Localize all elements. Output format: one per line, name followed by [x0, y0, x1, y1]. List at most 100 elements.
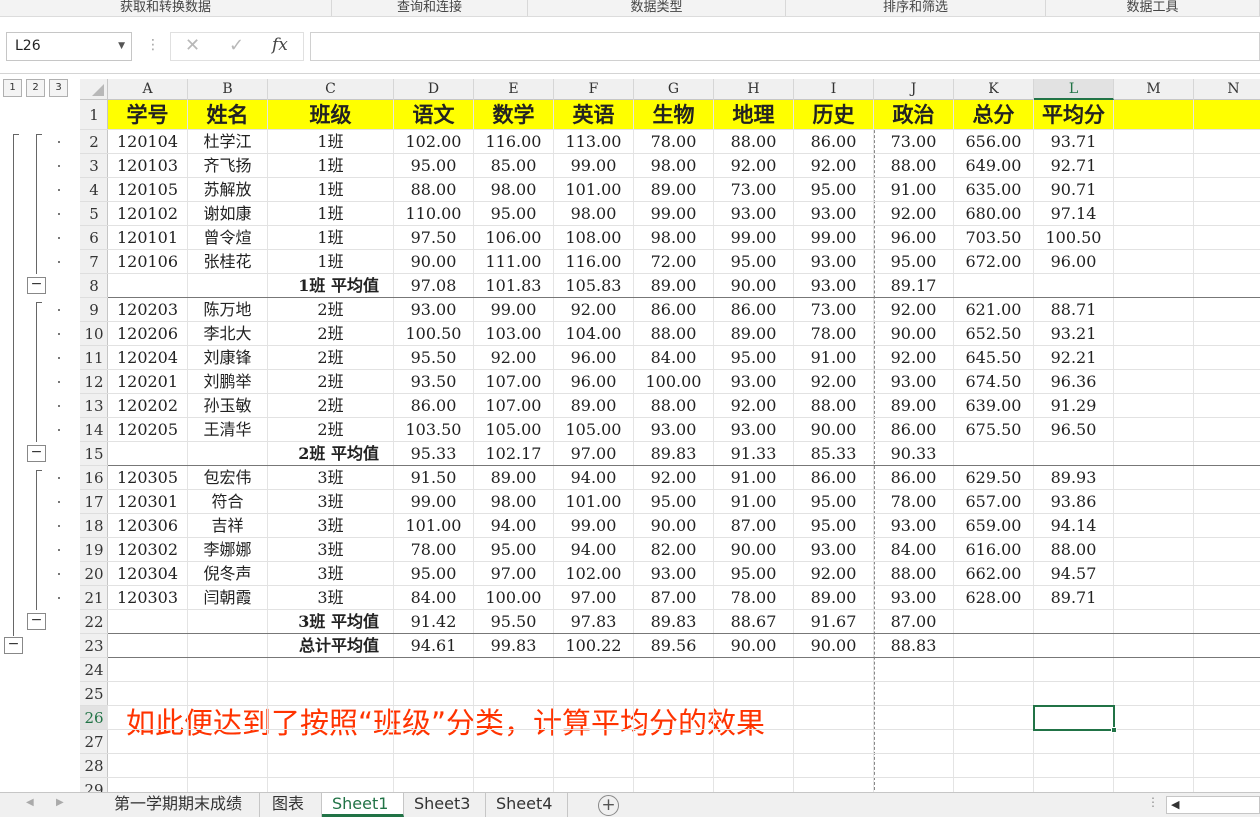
cell[interactable] — [1194, 586, 1260, 609]
cell[interactable]: 3班 — [268, 562, 394, 585]
row-header-23[interactable]: 23 — [80, 634, 108, 658]
cell[interactable]: 98.00 — [634, 226, 714, 249]
cell[interactable]: 王清华 — [188, 418, 268, 441]
cell[interactable]: 675.50 — [954, 418, 1034, 441]
cell[interactable] — [1114, 298, 1194, 321]
cell[interactable] — [714, 682, 794, 705]
cell[interactable]: 91.00 — [874, 178, 954, 201]
cell[interactable]: 95.00 — [474, 202, 554, 225]
cell[interactable]: 120201 — [108, 370, 188, 393]
cell[interactable]: 平均分 — [1034, 100, 1114, 129]
cell[interactable] — [268, 730, 394, 753]
cell[interactable] — [1194, 490, 1260, 513]
cell[interactable]: 111.00 — [474, 250, 554, 273]
cell[interactable]: 101.00 — [554, 178, 634, 201]
cell[interactable]: 86.00 — [874, 466, 954, 489]
cell[interactable]: 88.67 — [714, 610, 794, 633]
cell[interactable] — [1034, 754, 1114, 777]
column-header-j[interactable]: J — [874, 79, 954, 100]
cell[interactable]: 120106 — [108, 250, 188, 273]
cell[interactable]: 2班 — [268, 394, 394, 417]
cell[interactable] — [1034, 442, 1114, 465]
cell[interactable] — [1034, 634, 1114, 657]
cell[interactable]: 96.00 — [1034, 250, 1114, 273]
cell[interactable]: 92.00 — [634, 466, 714, 489]
row-header-9[interactable]: 9 — [80, 298, 108, 322]
column-header-e[interactable]: E — [474, 79, 554, 100]
cell[interactable]: 91.67 — [794, 610, 874, 633]
cell[interactable] — [554, 754, 634, 777]
row-header-20[interactable]: 20 — [80, 562, 108, 586]
cell[interactable]: 1班 — [268, 130, 394, 153]
cell[interactable]: 99.00 — [394, 490, 474, 513]
cell[interactable]: 100.00 — [634, 370, 714, 393]
cell[interactable]: 98.00 — [554, 202, 634, 225]
cell[interactable] — [794, 754, 874, 777]
cell[interactable]: 100.22 — [554, 634, 634, 657]
cell[interactable] — [1114, 730, 1194, 753]
cell[interactable]: 总分 — [954, 100, 1034, 129]
cell[interactable] — [874, 730, 954, 753]
row-header-24[interactable]: 24 — [80, 658, 108, 682]
cell[interactable]: 93.00 — [794, 274, 874, 297]
cell[interactable]: 99.00 — [714, 226, 794, 249]
cell[interactable]: 84.00 — [874, 538, 954, 561]
cell[interactable] — [954, 610, 1034, 633]
cell[interactable] — [474, 730, 554, 753]
cell[interactable]: 72.00 — [634, 250, 714, 273]
cell[interactable]: 102.17 — [474, 442, 554, 465]
cell[interactable] — [108, 658, 188, 681]
cell[interactable] — [1114, 274, 1194, 297]
cell[interactable]: 649.00 — [954, 154, 1034, 177]
cell[interactable]: 116.00 — [554, 250, 634, 273]
cell[interactable]: 99.83 — [474, 634, 554, 657]
cell[interactable]: 105.00 — [474, 418, 554, 441]
cell[interactable] — [794, 682, 874, 705]
cell[interactable] — [794, 658, 874, 681]
cell[interactable] — [634, 682, 714, 705]
cell[interactable]: 90.00 — [794, 418, 874, 441]
cell[interactable] — [188, 610, 268, 633]
cell[interactable]: 90.33 — [874, 442, 954, 465]
cell[interactable]: 1班 — [268, 226, 394, 249]
row-header-22[interactable]: 22 — [80, 610, 108, 634]
cell[interactable]: 99.00 — [634, 202, 714, 225]
cell[interactable] — [474, 682, 554, 705]
cell[interactable]: 120104 — [108, 130, 188, 153]
column-header-g[interactable]: G — [634, 79, 714, 100]
cell[interactable] — [954, 778, 1034, 792]
cell[interactable]: 120102 — [108, 202, 188, 225]
cell[interactable]: 116.00 — [474, 130, 554, 153]
cell[interactable]: 91.29 — [1034, 394, 1114, 417]
cell[interactable]: 98.00 — [474, 490, 554, 513]
cell[interactable] — [1114, 202, 1194, 225]
cell[interactable]: 李北大 — [188, 322, 268, 345]
cell[interactable]: 100.50 — [394, 322, 474, 345]
cell[interactable]: 96.50 — [1034, 418, 1114, 441]
cell[interactable]: 孙玉敏 — [188, 394, 268, 417]
cell[interactable]: 616.00 — [954, 538, 1034, 561]
cell[interactable]: 杜学江 — [188, 130, 268, 153]
row-header-18[interactable]: 18 — [80, 514, 108, 538]
cell[interactable]: 93.00 — [794, 250, 874, 273]
cell[interactable] — [1194, 346, 1260, 369]
cell[interactable]: 120306 — [108, 514, 188, 537]
cell[interactable] — [1034, 610, 1114, 633]
cell[interactable]: 120206 — [108, 322, 188, 345]
cell[interactable] — [1114, 754, 1194, 777]
cell[interactable]: 3班 — [268, 490, 394, 513]
cell[interactable] — [874, 682, 954, 705]
cell[interactable]: 86.00 — [874, 418, 954, 441]
column-header-m[interactable]: M — [1114, 79, 1194, 100]
cell[interactable]: 学号 — [108, 100, 188, 129]
cell[interactable] — [634, 778, 714, 792]
cell[interactable]: 95.00 — [394, 562, 474, 585]
row-header-4[interactable]: 4 — [80, 178, 108, 202]
cell[interactable]: 120302 — [108, 538, 188, 561]
cell[interactable]: 93.00 — [634, 418, 714, 441]
cell[interactable] — [108, 442, 188, 465]
cell[interactable] — [108, 754, 188, 777]
cell[interactable] — [1194, 658, 1260, 681]
row-header-1[interactable]: 1 — [80, 100, 108, 130]
cell[interactable] — [634, 658, 714, 681]
